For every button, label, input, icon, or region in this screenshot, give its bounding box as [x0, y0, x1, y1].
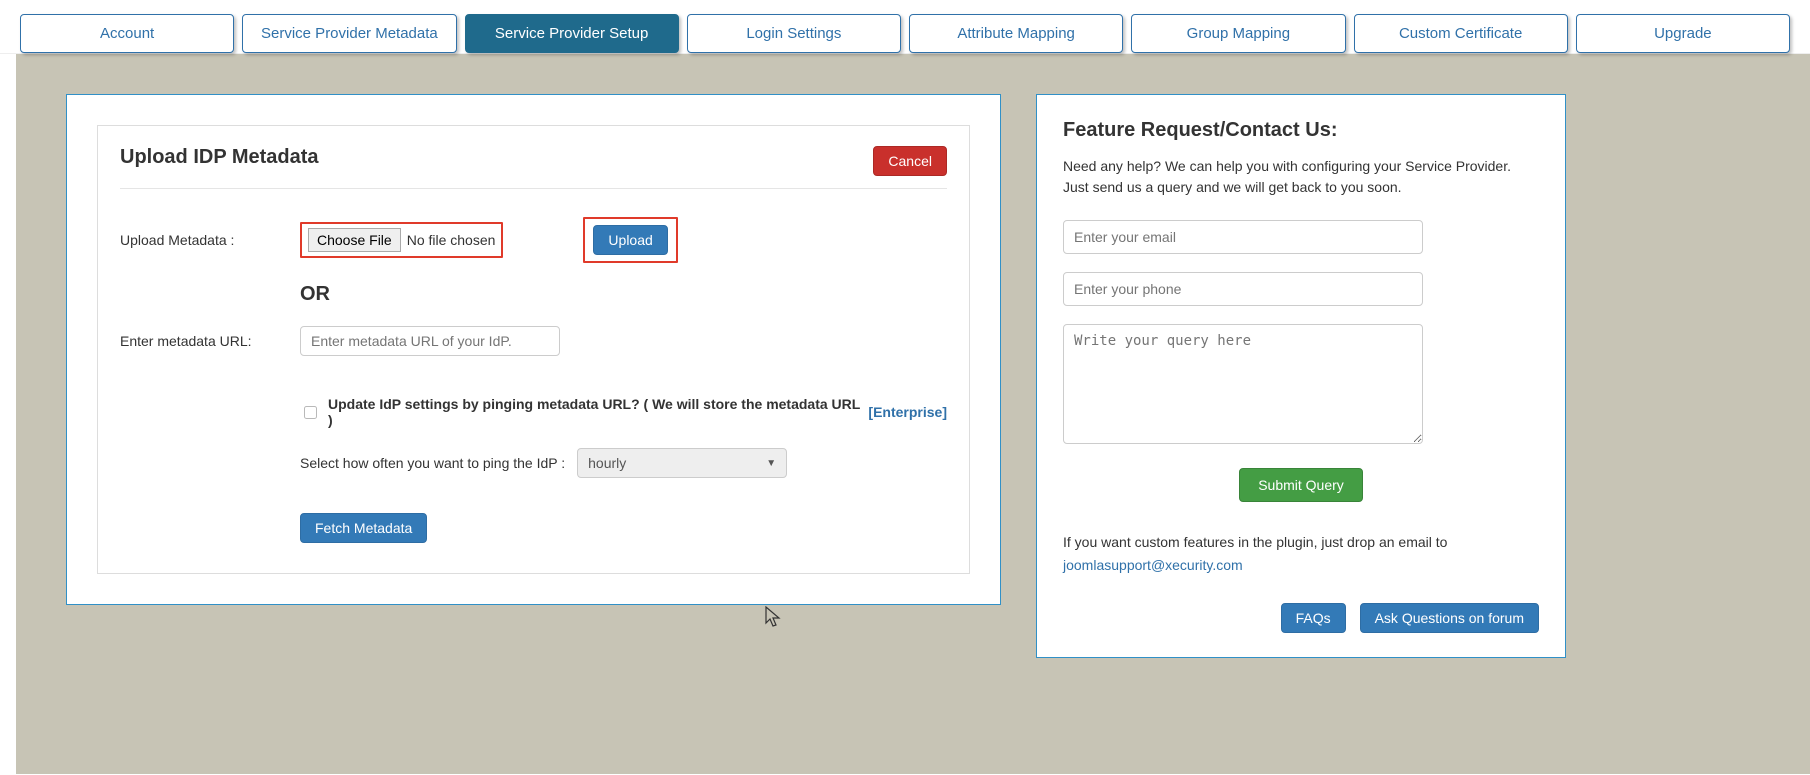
upload-metadata-row: Upload Metadata : Choose File No file ch…	[120, 217, 947, 263]
contact-description: Need any help? We can help you with conf…	[1063, 156, 1539, 198]
cancel-button[interactable]: Cancel	[873, 146, 947, 176]
file-status: No file chosen	[407, 232, 496, 248]
ask-forum-button[interactable]: Ask Questions on forum	[1360, 603, 1539, 633]
upload-card: Upload IDP Metadata Cancel Upload Metada…	[97, 125, 970, 574]
fetch-metadata-button[interactable]: Fetch Metadata	[300, 513, 427, 543]
phone-input[interactable]	[1063, 272, 1423, 306]
tab-account[interactable]: Account	[20, 14, 234, 53]
tabs-bar: Account Service Provider Metadata Servic…	[0, 0, 1810, 54]
tab-sp-metadata[interactable]: Service Provider Metadata	[242, 14, 456, 53]
main-panel: Upload IDP Metadata Cancel Upload Metada…	[66, 94, 1001, 605]
metadata-url-row: Enter metadata URL:	[120, 326, 947, 356]
tab-attribute-mapping[interactable]: Attribute Mapping	[909, 14, 1123, 53]
email-input[interactable]	[1063, 220, 1423, 254]
card-title: Upload IDP Metadata	[120, 146, 319, 169]
tab-group-mapping[interactable]: Group Mapping	[1131, 14, 1345, 53]
fetch-row: Fetch Metadata	[300, 513, 947, 543]
update-settings-row: Update IdP settings by pinging metadata …	[300, 396, 947, 428]
chevron-down-icon: ▼	[766, 458, 776, 469]
submit-query-button[interactable]: Submit Query	[1239, 468, 1363, 502]
support-email-link[interactable]: joomlasupport@xecurity.com	[1063, 557, 1539, 573]
upload-button-highlight: Upload	[583, 217, 677, 263]
enterprise-tag: [Enterprise]	[868, 404, 947, 420]
metadata-url-input[interactable]	[300, 326, 560, 356]
contact-title: Feature Request/Contact Us:	[1063, 119, 1539, 142]
tab-login-settings[interactable]: Login Settings	[687, 14, 901, 53]
update-settings-checkbox[interactable]	[304, 406, 317, 419]
upload-metadata-label: Upload Metadata :	[120, 232, 300, 248]
card-header: Upload IDP Metadata Cancel	[120, 146, 947, 189]
choose-file-button[interactable]: Choose File	[308, 228, 401, 252]
faqs-button[interactable]: FAQs	[1281, 603, 1346, 633]
contact-panel: Feature Request/Contact Us: Need any hel…	[1036, 94, 1566, 658]
custom-features-note: If you want custom features in the plugi…	[1063, 532, 1539, 553]
content-area: Upload IDP Metadata Cancel Upload Metada…	[16, 54, 1810, 774]
metadata-url-label: Enter metadata URL:	[120, 333, 300, 349]
tab-upgrade[interactable]: Upgrade	[1576, 14, 1790, 53]
upload-button[interactable]: Upload	[593, 225, 667, 255]
ping-frequency-value: hourly	[588, 455, 626, 471]
query-textarea[interactable]	[1063, 324, 1423, 444]
ping-frequency-select[interactable]: hourly ▼	[577, 448, 787, 478]
or-divider: OR	[300, 283, 947, 306]
tab-sp-setup[interactable]: Service Provider Setup	[465, 14, 679, 53]
tab-custom-certificate[interactable]: Custom Certificate	[1354, 14, 1568, 53]
file-input-highlight: Choose File No file chosen	[300, 222, 503, 258]
update-settings-text: Update IdP settings by pinging metadata …	[328, 396, 860, 428]
ping-frequency-row: Select how often you want to ping the Id…	[300, 448, 947, 478]
ping-label: Select how often you want to ping the Id…	[300, 455, 565, 471]
